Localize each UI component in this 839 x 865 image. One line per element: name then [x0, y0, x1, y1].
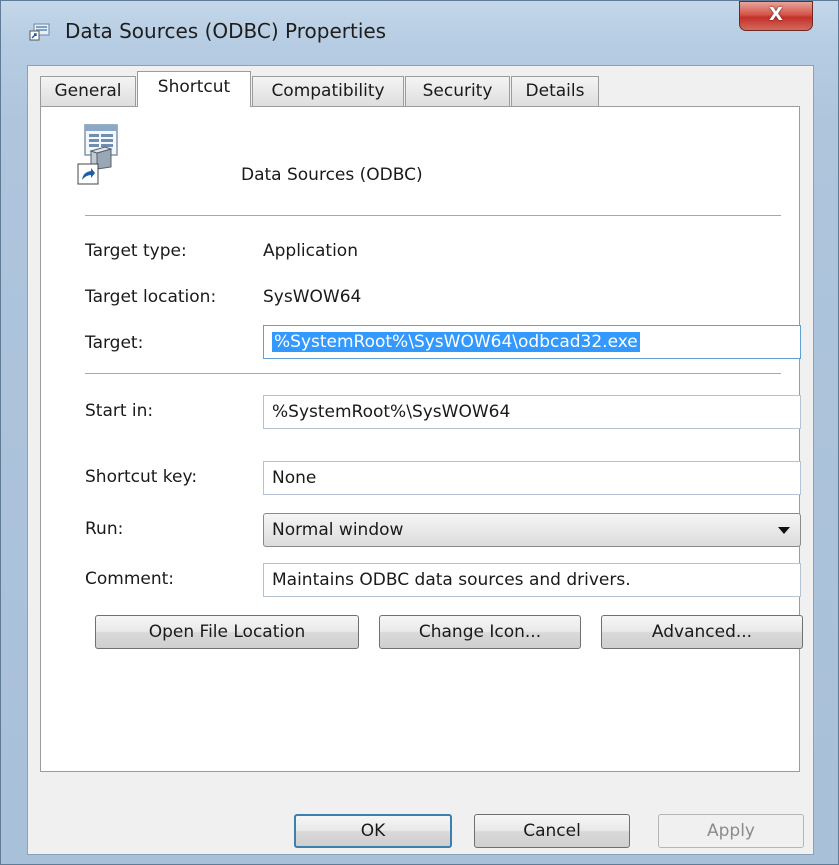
target-input[interactable]: %SystemRoot%\SysWOW64\odbcad32.exe [263, 325, 801, 359]
change-icon-button[interactable]: Change Icon... [379, 615, 581, 649]
title-bar[interactable]: Data Sources (ODBC) Properties X [1, 1, 838, 53]
shortcut-key-input[interactable]: None [263, 461, 801, 495]
tab-general[interactable]: General [40, 76, 136, 106]
target-location-value: SysWOW64 [263, 287, 362, 307]
run-dropdown[interactable]: Normal window [263, 513, 801, 547]
start-in-input[interactable]: %SystemRoot%\SysWOW64 [263, 395, 801, 429]
tab-details[interactable]: Details [511, 76, 599, 106]
advanced-button[interactable]: Advanced... [601, 615, 803, 649]
shortcut-name: Data Sources (ODBC) [241, 165, 423, 185]
tab-compatibility[interactable]: Compatibility [252, 76, 404, 106]
run-label: Run: [85, 519, 124, 539]
window-title: Data Sources (ODBC) Properties [65, 19, 387, 43]
chevron-down-icon [778, 527, 790, 534]
ok-button[interactable]: OK [294, 814, 452, 848]
target-location-label: Target location: [85, 287, 217, 307]
odbc-icon [29, 23, 50, 41]
separator-middle [85, 373, 781, 374]
apply-button[interactable]: Apply [658, 814, 804, 848]
run-dropdown-value: Normal window [272, 520, 404, 540]
comment-label: Comment: [85, 569, 175, 589]
target-input-text: %SystemRoot%\SysWOW64\odbcad32.exe [272, 332, 640, 352]
shortcut-arrow-icon [77, 163, 99, 185]
start-in-label: Start in: [85, 401, 154, 421]
open-file-location-button[interactable]: Open File Location [95, 615, 359, 649]
tab-shortcut[interactable]: Shortcut [137, 71, 251, 107]
tab-security[interactable]: Security [405, 76, 510, 106]
shortcut-key-input-text: None [272, 468, 317, 488]
comment-input[interactable]: Maintains ODBC data sources and drivers. [263, 563, 801, 597]
target-type-value: Application [263, 241, 358, 261]
target-label: Target: [85, 333, 144, 353]
dialog-client-area: General Shortcut Compatibility Security … [27, 65, 814, 855]
separator-top [85, 215, 781, 216]
comment-input-text: Maintains ODBC data sources and drivers. [272, 570, 631, 590]
shortcut-key-label: Shortcut key: [85, 467, 198, 487]
start-in-input-text: %SystemRoot%\SysWOW64 [272, 402, 511, 422]
target-type-label: Target type: [85, 241, 187, 261]
cancel-button[interactable]: Cancel [474, 814, 630, 848]
shortcut-tab-panel: Data Sources (ODBC) Target type: Applica… [40, 106, 803, 772]
close-button[interactable]: X [739, 1, 813, 31]
properties-window: Data Sources (ODBC) Properties X General… [0, 0, 839, 865]
